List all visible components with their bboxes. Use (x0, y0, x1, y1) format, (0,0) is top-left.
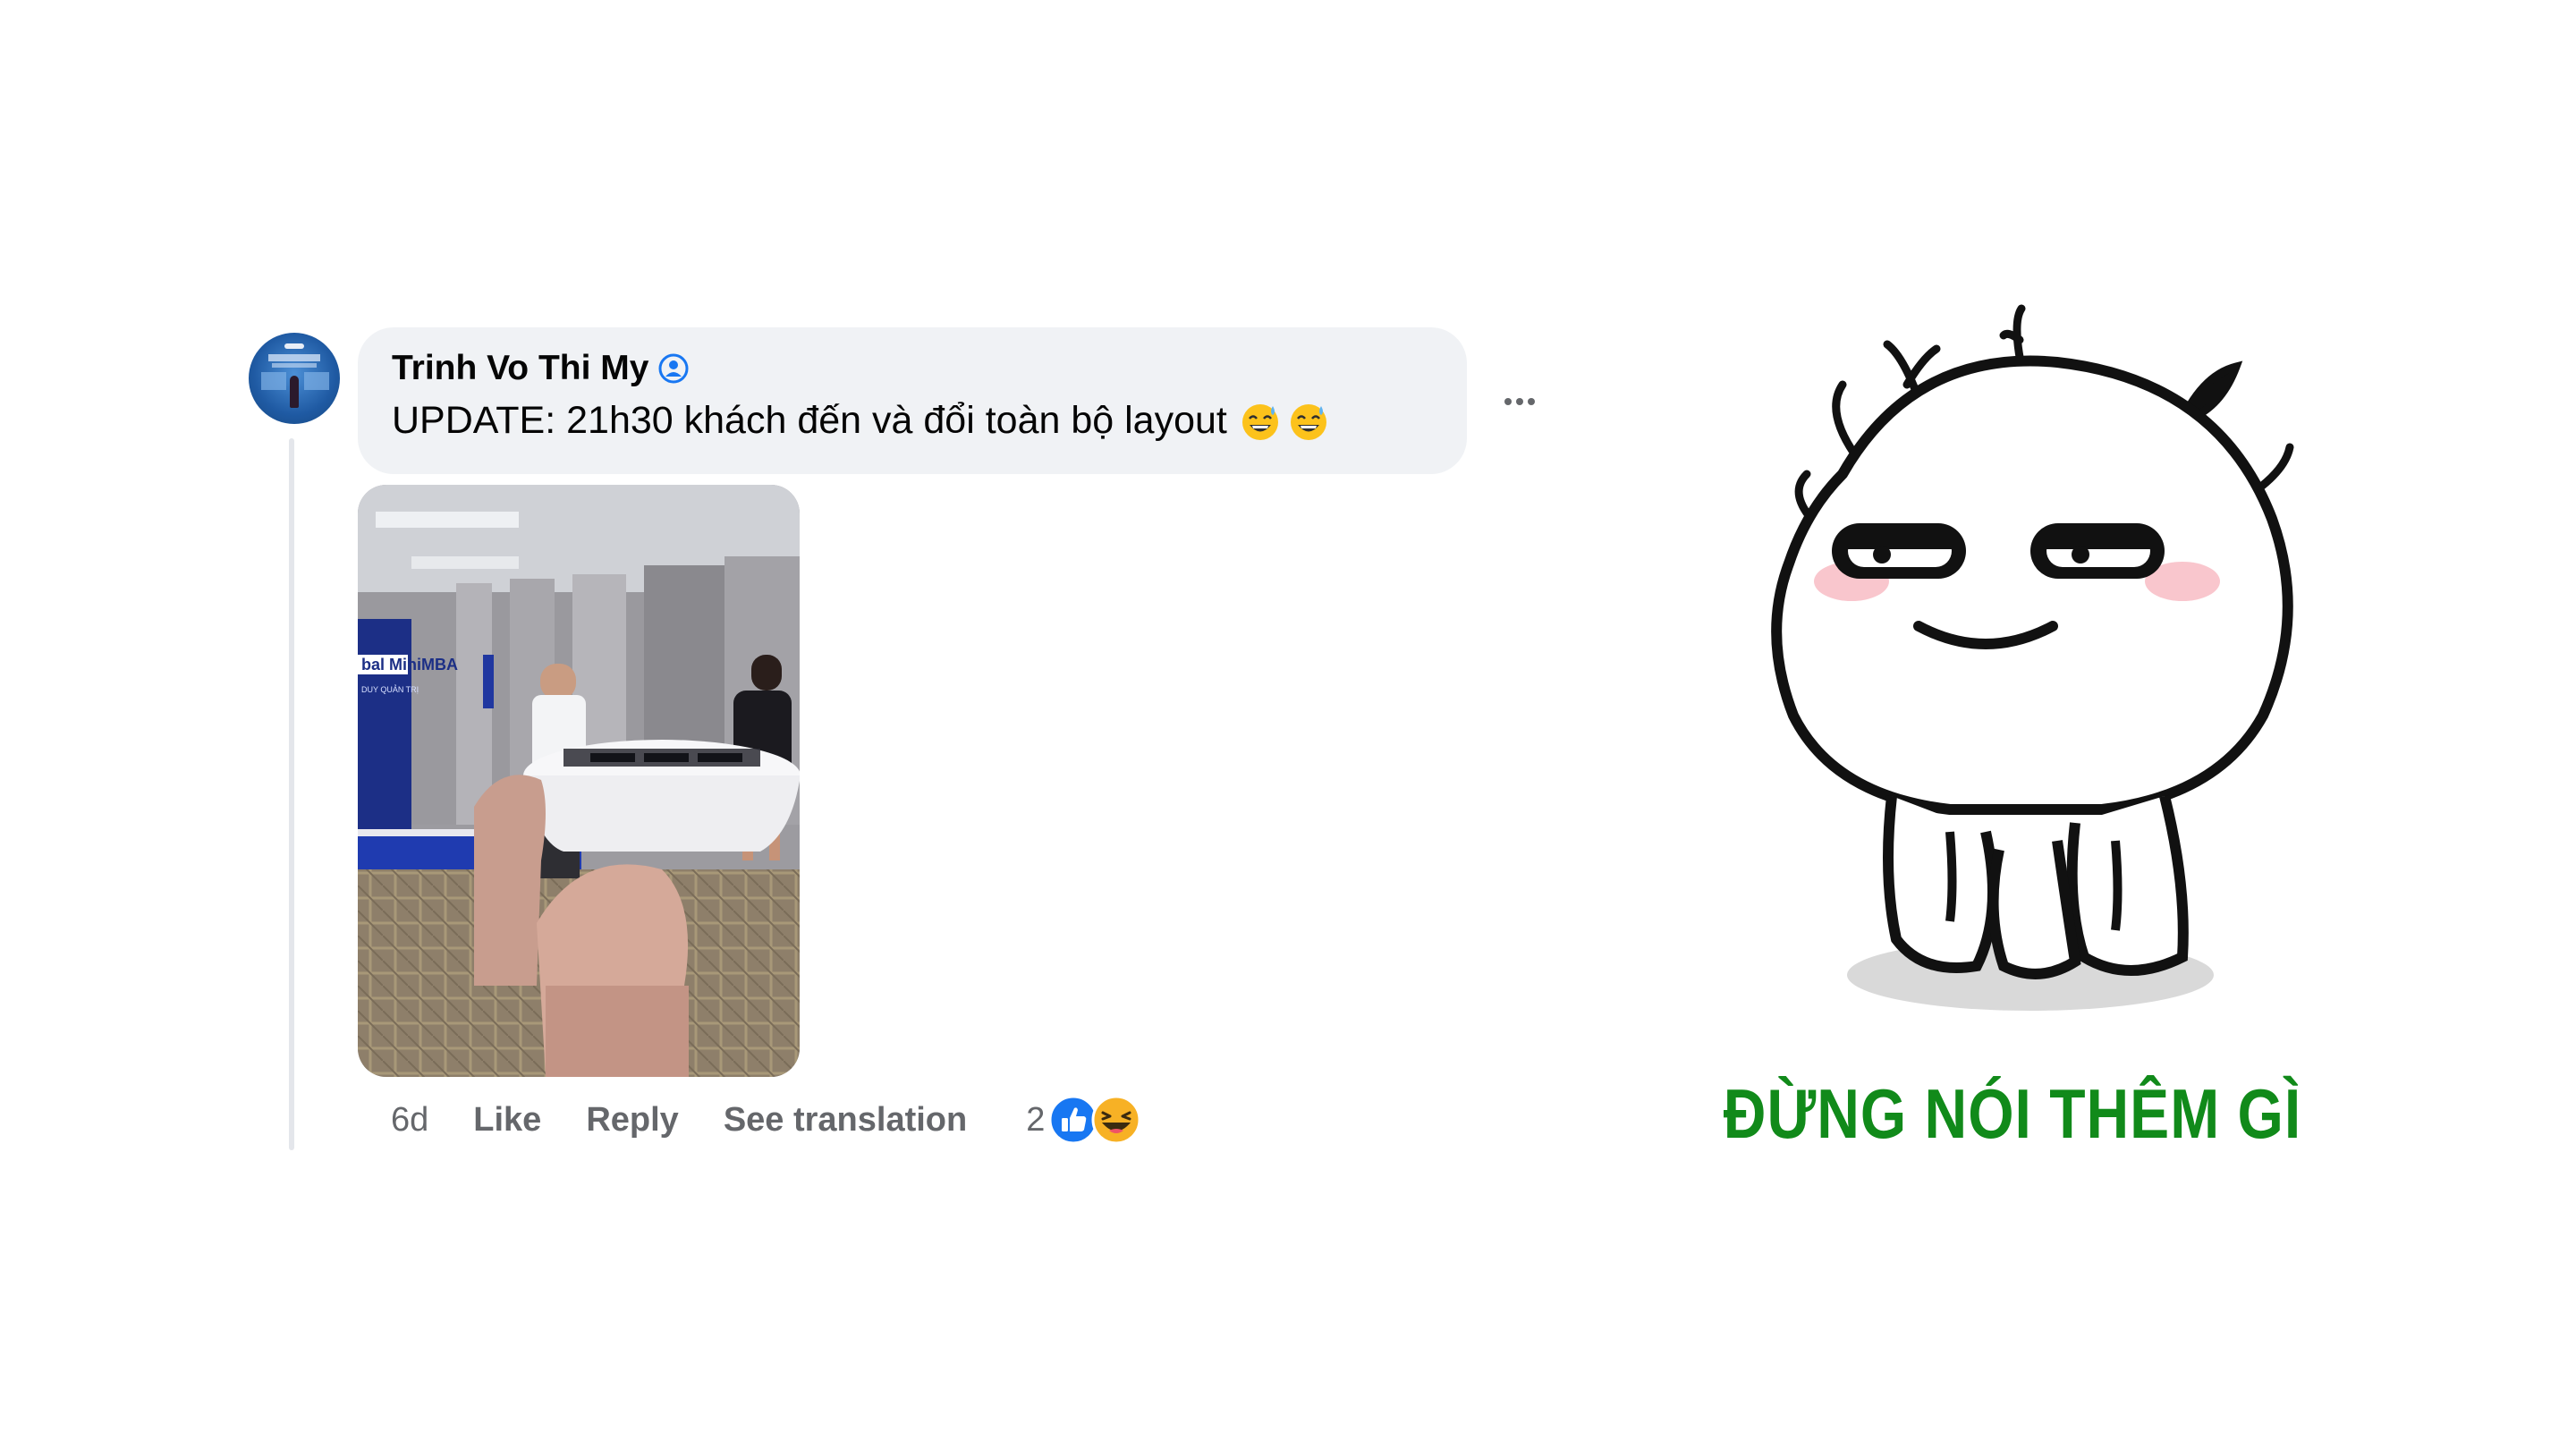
photo-banner-text: bal MiniMBA (361, 656, 458, 674)
comment-bubble: Trinh Vo Thi My UPDATE: 21h30 khách đến … (358, 327, 1467, 474)
grinning-sweat-emoji-icon (1290, 403, 1326, 440)
avatar-speaker (290, 376, 299, 408)
dot-icon (1516, 398, 1523, 405)
comment-photo[interactable]: bal MiniMBA DUY QUẢN TRỊ (358, 485, 800, 1077)
photo-banner-subtext: DUY QUẢN TRỊ (361, 684, 419, 694)
comment-timestamp[interactable]: 6d (391, 1101, 428, 1140)
reaction-count[interactable]: 2 (1026, 1101, 1045, 1140)
event-room-photo: bal MiniMBA DUY QUẢN TRỊ (358, 485, 800, 1077)
more-options-button[interactable] (1496, 377, 1544, 426)
meme-sticker (1682, 295, 2343, 1029)
reply-thread-line (289, 438, 294, 1150)
author-name[interactable]: Trinh Vo Thi My (392, 349, 648, 388)
avatar-logo (284, 343, 304, 349)
dot-icon (1528, 398, 1535, 405)
reaction-icons[interactable] (1048, 1095, 1141, 1145)
avatar-banner-line (272, 363, 317, 368)
like-button[interactable]: Like (473, 1101, 541, 1140)
avatar-banner (268, 354, 320, 361)
meme-caption: ĐỪNG NÓI THÊM GÌ (1723, 1074, 2302, 1153)
dot-icon (1504, 398, 1512, 405)
comment-actions: 6d Like Reply See translation 2 (391, 1095, 1141, 1145)
top-fan-badge-icon (658, 353, 689, 384)
comment-text: UPDATE: 21h30 khách đến và đổi toàn bộ l… (392, 399, 1227, 442)
avatar-screen-right (304, 372, 329, 390)
author-avatar[interactable] (249, 333, 340, 424)
avatar-screen-left (261, 372, 286, 390)
author-row: Trinh Vo Thi My (392, 349, 690, 388)
comment-text-row: UPDATE: 21h30 khách đến và đổi toàn bộ l… (392, 399, 1329, 443)
see-translation-link[interactable]: See translation (724, 1101, 967, 1140)
smug-blob-character (1771, 304, 2294, 1011)
grinning-sweat-emoji-icon (1241, 403, 1278, 440)
haha-icon (1091, 1095, 1141, 1145)
reply-button[interactable]: Reply (586, 1101, 678, 1140)
